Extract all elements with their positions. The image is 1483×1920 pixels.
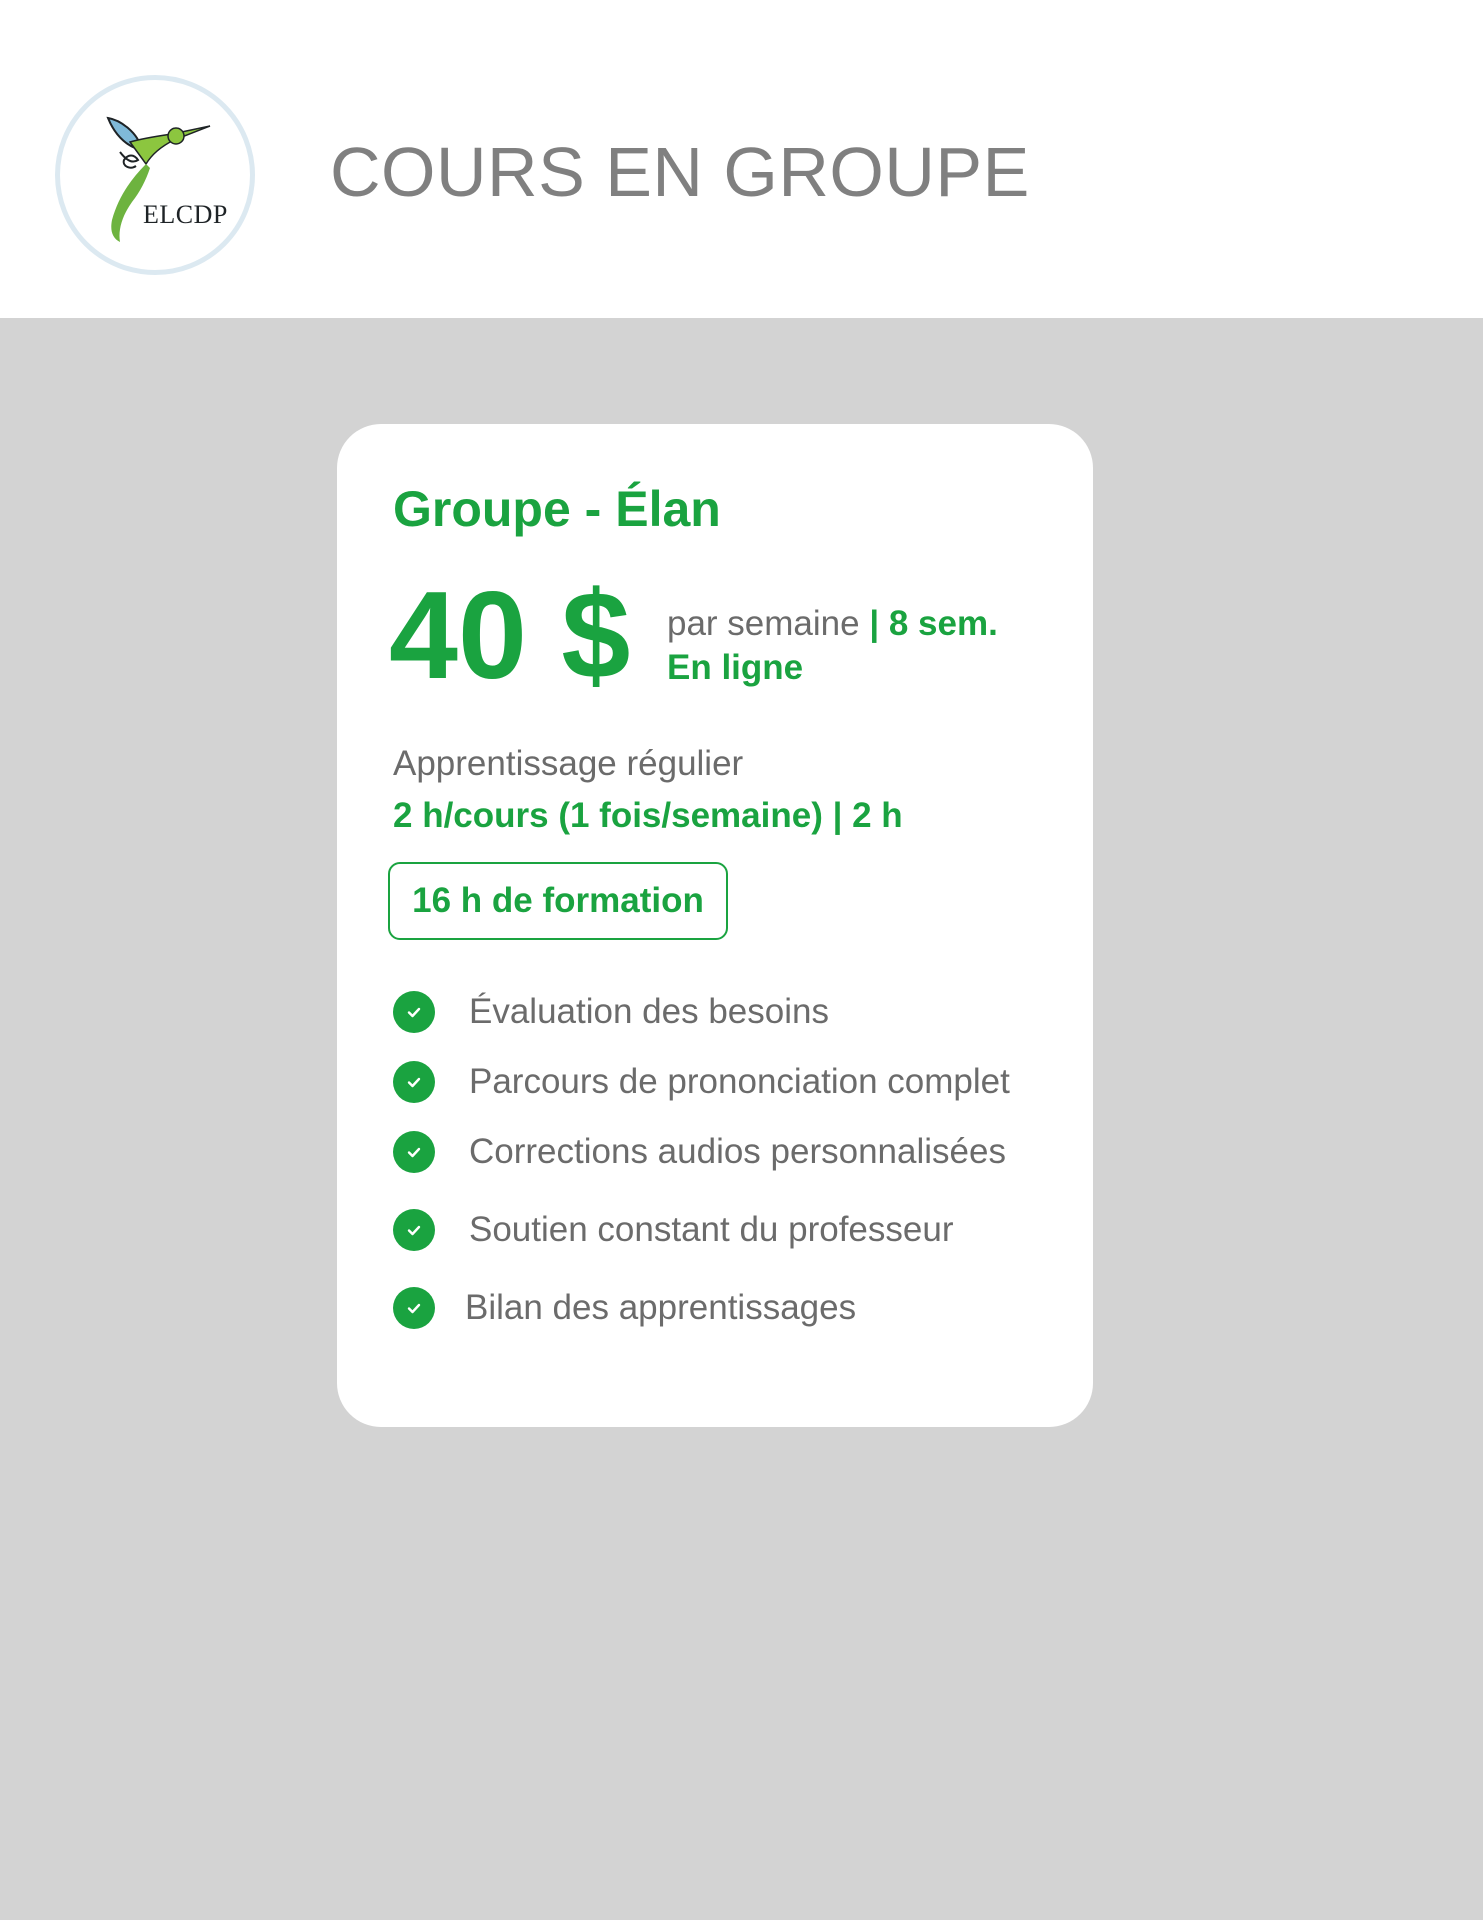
plan-schedule: 2 h/cours (1 fois/semaine) | 2 h xyxy=(393,796,903,835)
header: ELCDP COURS EN GROUPE xyxy=(0,0,1483,318)
hummingbird-icon xyxy=(106,116,211,242)
check-circle-icon xyxy=(393,1209,435,1251)
feature-label: Soutien constant du professeur xyxy=(469,1210,954,1249)
feature-item: Corrections audios personnalisées xyxy=(393,1130,1006,1174)
check-circle-icon xyxy=(393,991,435,1033)
check-circle-icon xyxy=(393,1287,435,1329)
plan-price: 40 $ xyxy=(389,567,631,705)
plan-duration: | 8 sem. xyxy=(859,604,998,643)
check-circle-icon xyxy=(393,1061,435,1103)
feature-label: Corrections audios personnalisées xyxy=(469,1132,1006,1171)
feature-item: Soutien constant du professeur xyxy=(393,1208,953,1252)
feature-label: Bilan des apprentissages xyxy=(465,1288,857,1327)
pricing-card: Groupe - Élan 40 $ par semaine | 8 sem. … xyxy=(337,424,1093,1427)
logo: ELCDP xyxy=(55,75,255,275)
feature-item: Bilan des apprentissages xyxy=(393,1286,856,1330)
training-hours-badge: 16 h de formation xyxy=(388,862,728,940)
plan-subtitle: Apprentissage régulier xyxy=(393,744,744,783)
feature-label: Évaluation des besoins xyxy=(469,992,829,1031)
check-circle-icon xyxy=(393,1131,435,1173)
feature-label: Parcours de prononciation complet xyxy=(469,1062,1010,1101)
plan-title: Groupe - Élan xyxy=(393,481,721,537)
feature-item: Parcours de prononciation complet xyxy=(393,1060,1010,1104)
plan-mode: En ligne xyxy=(667,648,804,687)
logo-text: ELCDP xyxy=(143,200,228,229)
price-details: par semaine | 8 sem. En ligne xyxy=(667,602,998,690)
page-title: COURS EN GROUPE xyxy=(330,133,1030,211)
price-unit: par semaine xyxy=(667,604,860,643)
feature-item: Évaluation des besoins xyxy=(393,990,829,1034)
